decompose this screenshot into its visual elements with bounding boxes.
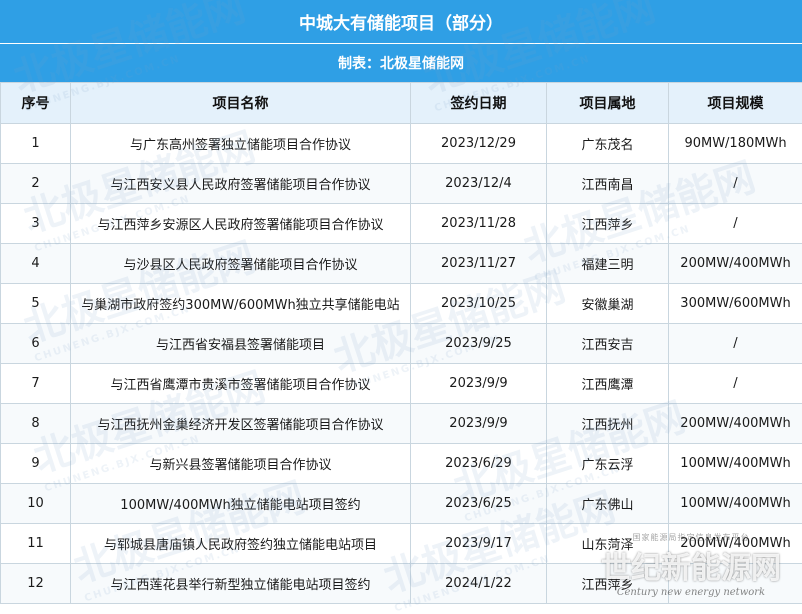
cell-scale: /	[669, 164, 802, 204]
cell-location: 广东茂名	[547, 124, 669, 164]
cell-location: 江西萍乡	[547, 204, 669, 244]
cell-scale: /	[669, 324, 802, 364]
cell-project-name: 与广东高州签署独立储能项目合作协议	[71, 124, 411, 164]
column-header-location: 项目属地	[547, 83, 669, 124]
cell-index: 3	[1, 204, 71, 244]
cell-index: 4	[1, 244, 71, 284]
table-row: 5与巢湖市政府签约300MW/600MWh独立共享储能电站2023/10/25安…	[1, 284, 802, 324]
table-row: 6与江西省安福县签署储能项目2023/9/25江西安吉/	[1, 324, 802, 364]
cell-location: 安徽巢湖	[547, 284, 669, 324]
cell-scale: 200MW/400MWh	[669, 524, 802, 564]
header-row: 序号 项目名称 签约日期 项目属地 项目规模	[1, 83, 802, 124]
table-subtitle-text: 制表：北极星储能网	[338, 53, 464, 73]
table-row: 4与沙县区人民政府签署储能项目合作协议2023/11/27福建三明200MW/4…	[1, 244, 802, 284]
cell-index: 1	[1, 124, 71, 164]
column-header-index: 序号	[1, 83, 71, 124]
cell-project-name: 与沙县区人民政府签署储能项目合作协议	[71, 244, 411, 284]
cell-date: 2023/9/9	[411, 364, 547, 404]
cell-scale	[669, 564, 802, 604]
cell-project-name: 100MW/400MWh独立储能电站项目签约	[71, 484, 411, 524]
cell-location: 江西鹰潭	[547, 364, 669, 404]
cell-project-name: 与江西省安福县签署储能项目	[71, 324, 411, 364]
cell-project-name: 与江西萍乡安源区人民政府签署储能项目合作协议	[71, 204, 411, 244]
table-title-text: 中城大有储能项目（部分）	[299, 9, 503, 34]
cell-project-name: 与江西莲花县举行新型独立储能电站项目签约	[71, 564, 411, 604]
cell-scale: 200MW/400MWh	[669, 244, 802, 284]
table-row: 10100MW/400MWh独立储能电站项目签约2023/6/25广东佛山100…	[1, 484, 802, 524]
cell-date: 2023/9/17	[411, 524, 547, 564]
cell-date: 2023/11/28	[411, 204, 547, 244]
cell-project-name: 与江西安义县人民政府签署储能项目合作协议	[71, 164, 411, 204]
column-header-scale: 项目规模	[669, 83, 802, 124]
cell-location: 福建三明	[547, 244, 669, 284]
cell-date: 2023/6/29	[411, 444, 547, 484]
cell-index: 2	[1, 164, 71, 204]
cell-location: 江西萍乡	[547, 564, 669, 604]
cell-project-name: 与江西抚州金巢经济开发区签署储能项目合作协议	[71, 404, 411, 444]
cell-scale: 90MW/180MWh	[669, 124, 802, 164]
cell-date: 2023/6/25	[411, 484, 547, 524]
cell-date: 2023/12/29	[411, 124, 547, 164]
cell-scale: 200MW/400MWh	[669, 404, 802, 444]
cell-index: 12	[1, 564, 71, 604]
cell-project-name: 与江西省鹰潭市贵溪市签署储能项目合作协议	[71, 364, 411, 404]
table-row: 8与江西抚州金巢经济开发区签署储能项目合作协议2023/9/9江西抚州200MW…	[1, 404, 802, 444]
cell-index: 10	[1, 484, 71, 524]
cell-project-name: 与巢湖市政府签约300MW/600MWh独立共享储能电站	[71, 284, 411, 324]
cell-location: 江西抚州	[547, 404, 669, 444]
table-body: 1与广东高州签署独立储能项目合作协议2023/12/29广东茂名90MW/180…	[1, 124, 802, 604]
table-row: 11与郓城县唐庙镇人民政府签约独立储能电站项目2023/9/17山东菏泽200M…	[1, 524, 802, 564]
column-header-name: 项目名称	[71, 83, 411, 124]
cell-index: 6	[1, 324, 71, 364]
cell-scale: 100MW/400MWh	[669, 444, 802, 484]
column-header-date: 签约日期	[411, 83, 547, 124]
cell-project-name: 与新兴县签署储能项目合作协议	[71, 444, 411, 484]
cell-scale: /	[669, 204, 802, 244]
cell-project-name: 与郓城县唐庙镇人民政府签约独立储能电站项目	[71, 524, 411, 564]
table-row: 9与新兴县签署储能项目合作协议2023/6/29广东云浮100MW/400MWh	[1, 444, 802, 484]
table-row: 1与广东高州签署独立储能项目合作协议2023/12/29广东茂名90MW/180…	[1, 124, 802, 164]
cell-date: 2024/1/22	[411, 564, 547, 604]
cell-date: 2023/10/25	[411, 284, 547, 324]
table-row: 2与江西安义县人民政府签署储能项目合作协议2023/12/4江西南昌/	[1, 164, 802, 204]
cell-scale: 100MW/400MWh	[669, 484, 802, 524]
cell-location: 广东佛山	[547, 484, 669, 524]
cell-date: 2023/9/25	[411, 324, 547, 364]
cell-index: 11	[1, 524, 71, 564]
table-row: 12与江西莲花县举行新型独立储能电站项目签约2024/1/22江西萍乡	[1, 564, 802, 604]
cell-index: 8	[1, 404, 71, 444]
table-title: 中城大有储能项目（部分）	[0, 0, 802, 44]
cell-index: 9	[1, 444, 71, 484]
cell-scale: /	[669, 364, 802, 404]
cell-location: 江西安吉	[547, 324, 669, 364]
cell-index: 5	[1, 284, 71, 324]
cell-index: 7	[1, 364, 71, 404]
projects-table: 序号 项目名称 签约日期 项目属地 项目规模 1与广东高州签署独立储能项目合作协…	[0, 82, 802, 604]
cell-date: 2023/9/9	[411, 404, 547, 444]
table-subtitle: 制表：北极星储能网	[0, 44, 802, 82]
cell-scale: 300MW/600MWh	[669, 284, 802, 324]
cell-location: 广东云浮	[547, 444, 669, 484]
table-row: 7与江西省鹰潭市贵溪市签署储能项目合作协议2023/9/9江西鹰潭/	[1, 364, 802, 404]
cell-date: 2023/12/4	[411, 164, 547, 204]
cell-location: 江西南昌	[547, 164, 669, 204]
table-row: 3与江西萍乡安源区人民政府签署储能项目合作协议2023/11/28江西萍乡/	[1, 204, 802, 244]
cell-location: 山东菏泽	[547, 524, 669, 564]
cell-date: 2023/11/27	[411, 244, 547, 284]
